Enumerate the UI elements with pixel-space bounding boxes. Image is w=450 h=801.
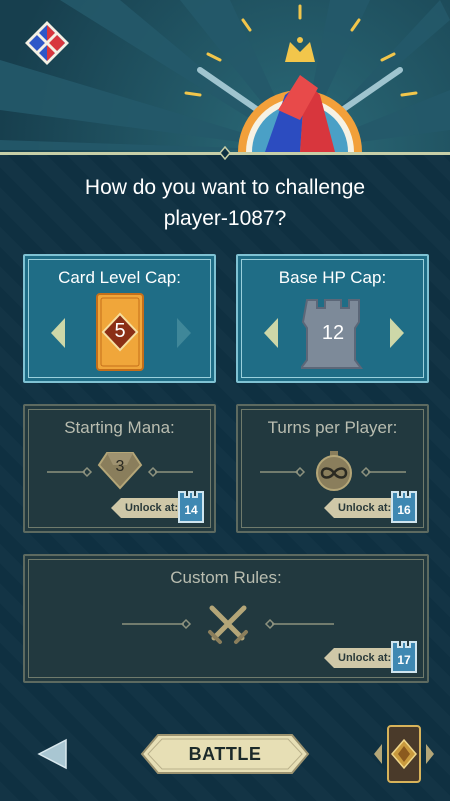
starting-mana-value: 3 [115, 458, 125, 475]
starting-mana-level-badge: 14 [177, 490, 205, 524]
game-logo[interactable] [24, 20, 70, 66]
starting-mana-label: Starting Mana: [64, 418, 175, 437]
card-level-increase-arrow-icon[interactable] [173, 316, 195, 350]
turns-per-player-level-badge: 16 [390, 490, 418, 524]
battle-button-label: BATTLE [188, 744, 262, 764]
base-hp-cap-label: Base HP Cap: [278, 268, 387, 287]
deck-card-button-icon[interactable] [372, 722, 436, 786]
crossed-swords-logo-icon [25, 21, 69, 65]
turns-per-player-label: Turns per Player: [267, 418, 398, 437]
crossed-swords-icon [208, 605, 248, 644]
base-hp-value: 12 [321, 322, 345, 344]
card-level-value: 5 [114, 320, 126, 342]
starting-mana-panel: Starting Mana: 3 Unlock at: 14 [23, 404, 216, 533]
custom-rules-label: Custom Rules: [170, 568, 282, 587]
card-level-cap-label: Card Level Cap: [58, 268, 181, 287]
challenge-question-line1: How do you want to challenge [84, 176, 366, 199]
custom-rules-unlock-level: 17 [397, 653, 411, 667]
base-hp-decrease-arrow-icon[interactable] [260, 316, 282, 350]
turns-per-player-unlock-level: 16 [397, 503, 411, 517]
challenge-question: How do you want to challenge player-1087… [20, 172, 430, 234]
header-banner [0, 0, 450, 155]
challenge-question-line2: player-1087? [163, 207, 287, 230]
infinity-icon [316, 451, 352, 491]
base-hp-cap-panel: Base HP Cap: 12 [236, 254, 429, 383]
base-hp-increase-arrow-icon[interactable] [386, 316, 408, 350]
turns-per-player-panel: Turns per Player: Unlock at: 16 [236, 404, 429, 533]
card-level-cap-panel: Card Level Cap: 5 [23, 254, 216, 383]
battle-button[interactable]: BATTLE [140, 733, 310, 775]
starting-mana-unlock-level: 14 [184, 503, 198, 517]
card-level-decrease-arrow-icon[interactable] [47, 316, 69, 350]
back-arrow-icon[interactable] [36, 737, 70, 771]
header-divider-diamond-icon [219, 146, 231, 160]
custom-rules-panel: Custom Rules: Unlock at: 17 [23, 554, 429, 683]
custom-rules-level-badge: 17 [390, 640, 418, 674]
